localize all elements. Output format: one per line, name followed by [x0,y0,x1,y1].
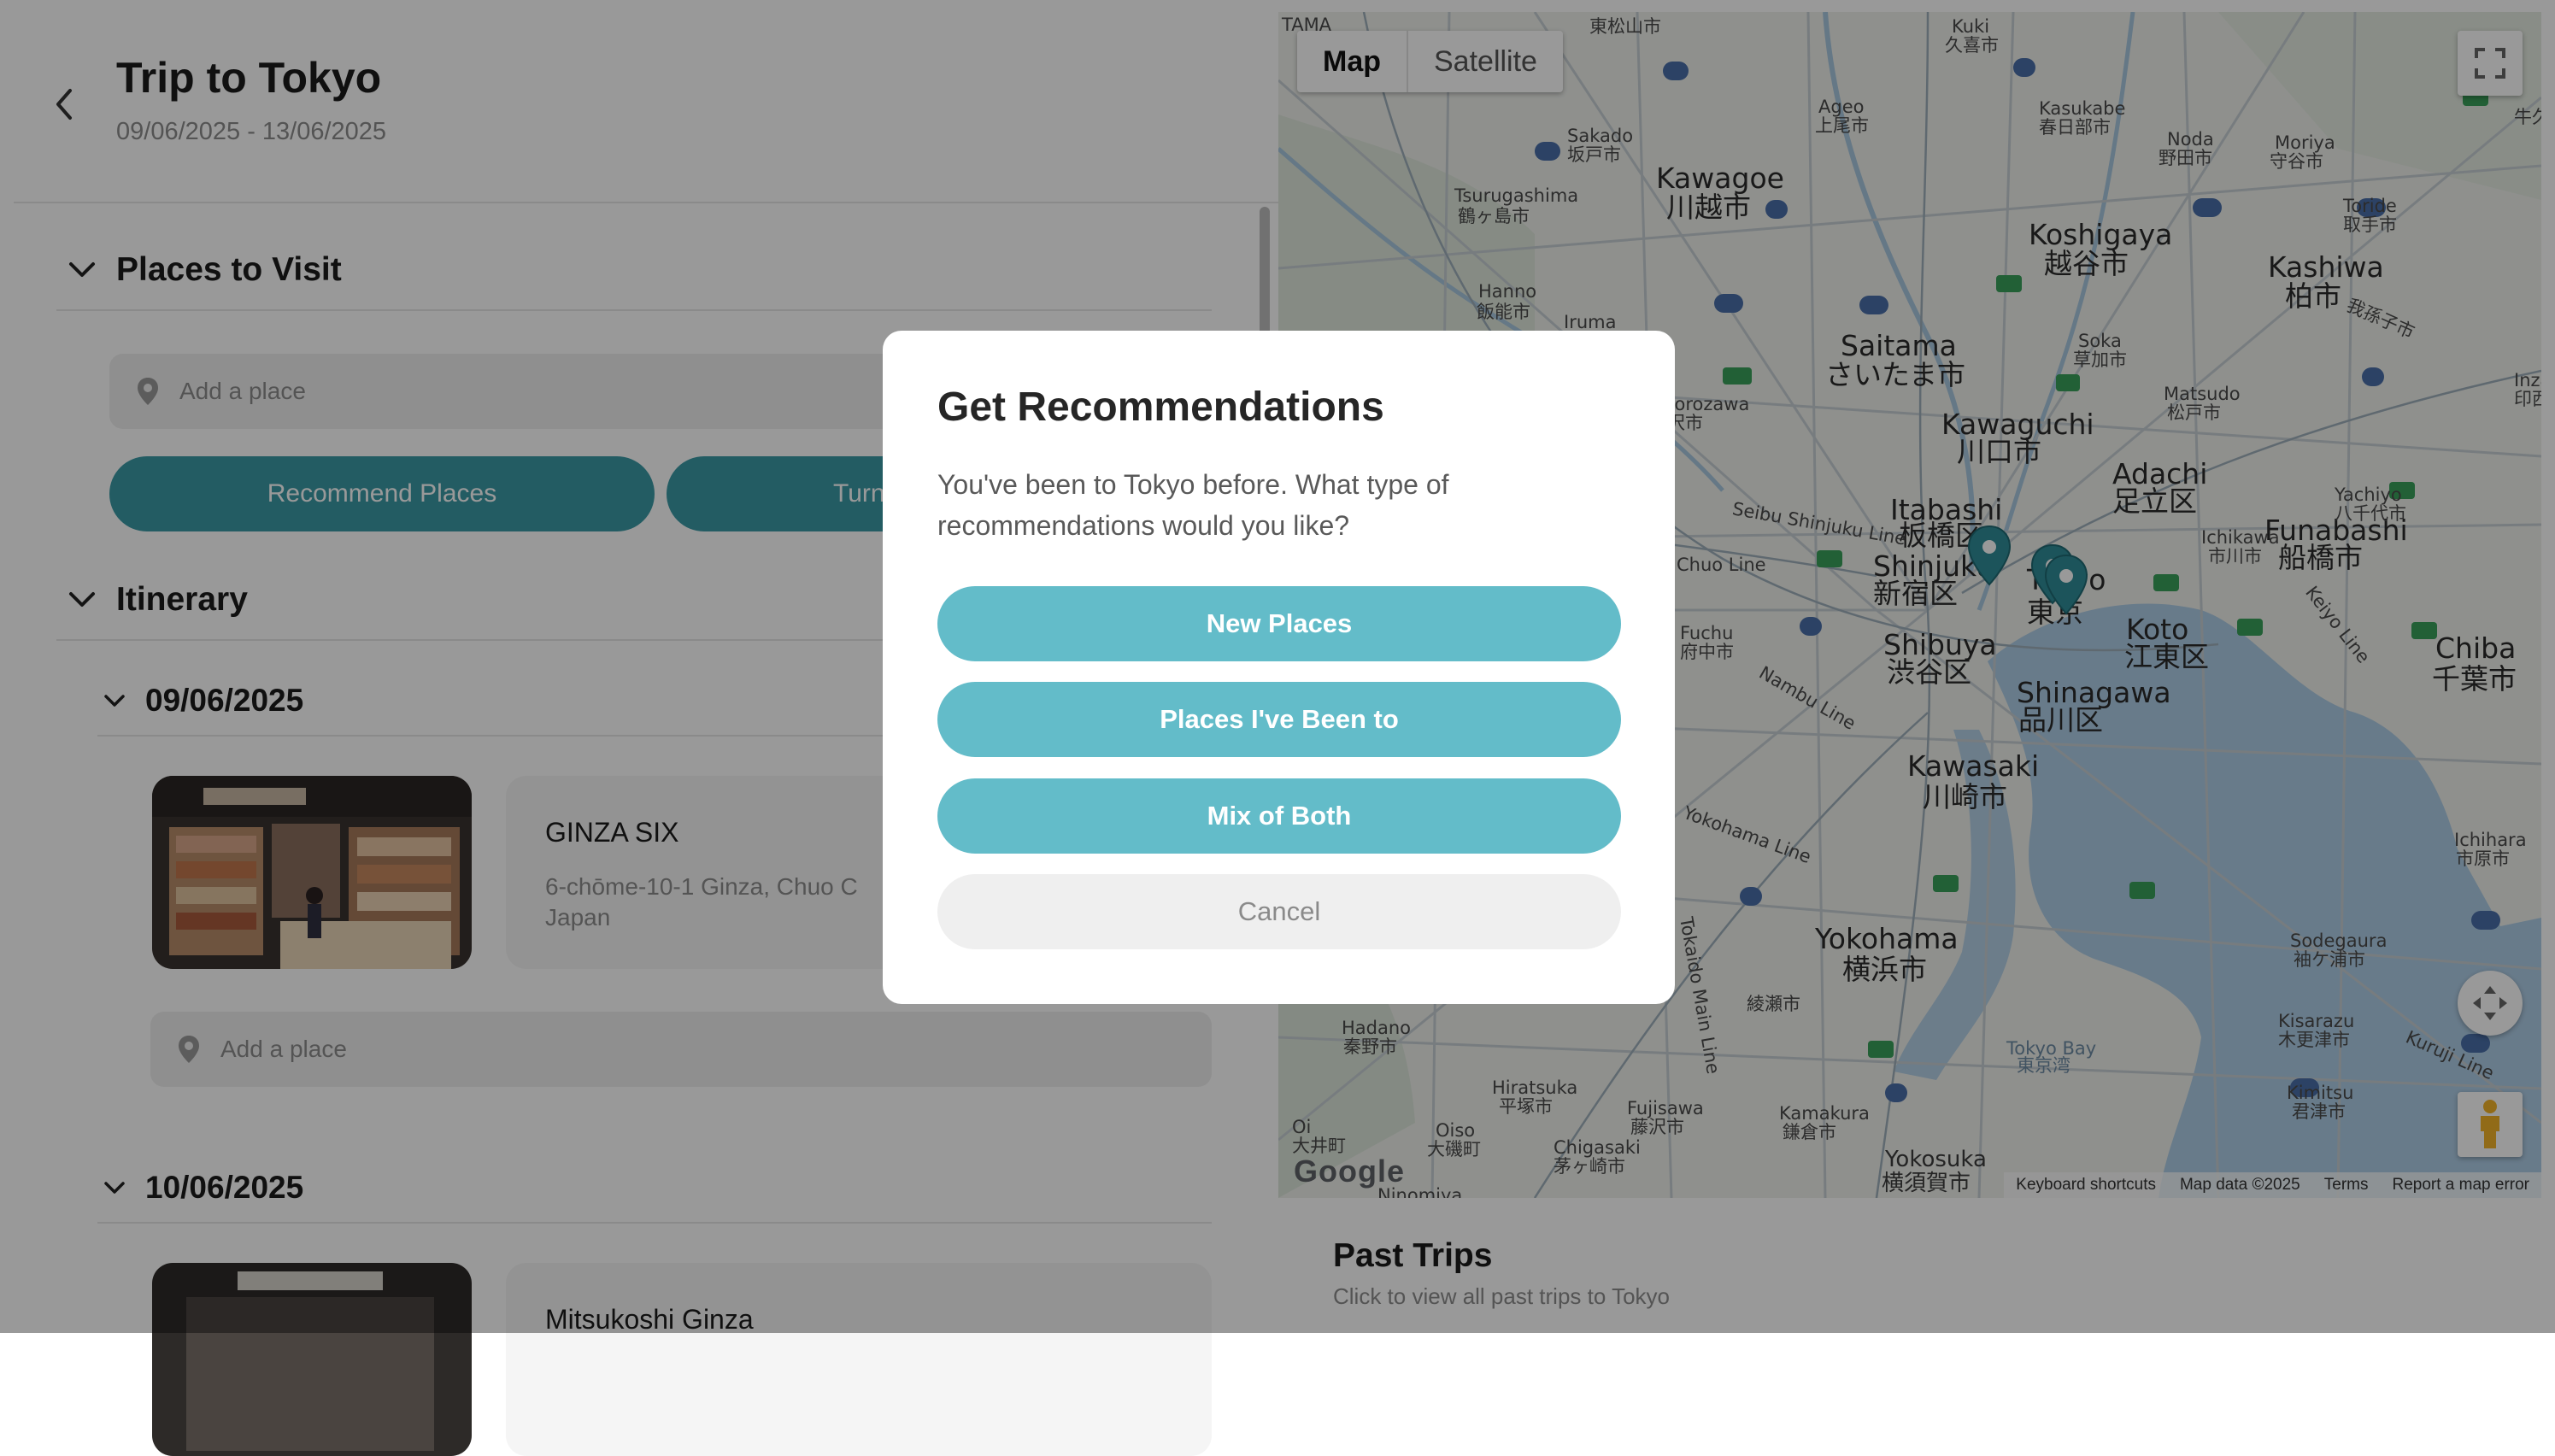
dialog-title: Get Recommendations [937,385,1384,430]
recommendations-dialog: Get Recommendations You've been to Tokyo… [883,331,1675,1004]
cancel-button[interactable]: Cancel [937,874,1621,949]
places-been-to-button[interactable]: Places I've Been to [937,682,1621,757]
mix-of-both-button[interactable]: Mix of Both [937,778,1621,854]
dialog-message: You've been to Tokyo before. What type o… [937,469,1449,541]
new-places-button[interactable]: New Places [937,586,1621,661]
